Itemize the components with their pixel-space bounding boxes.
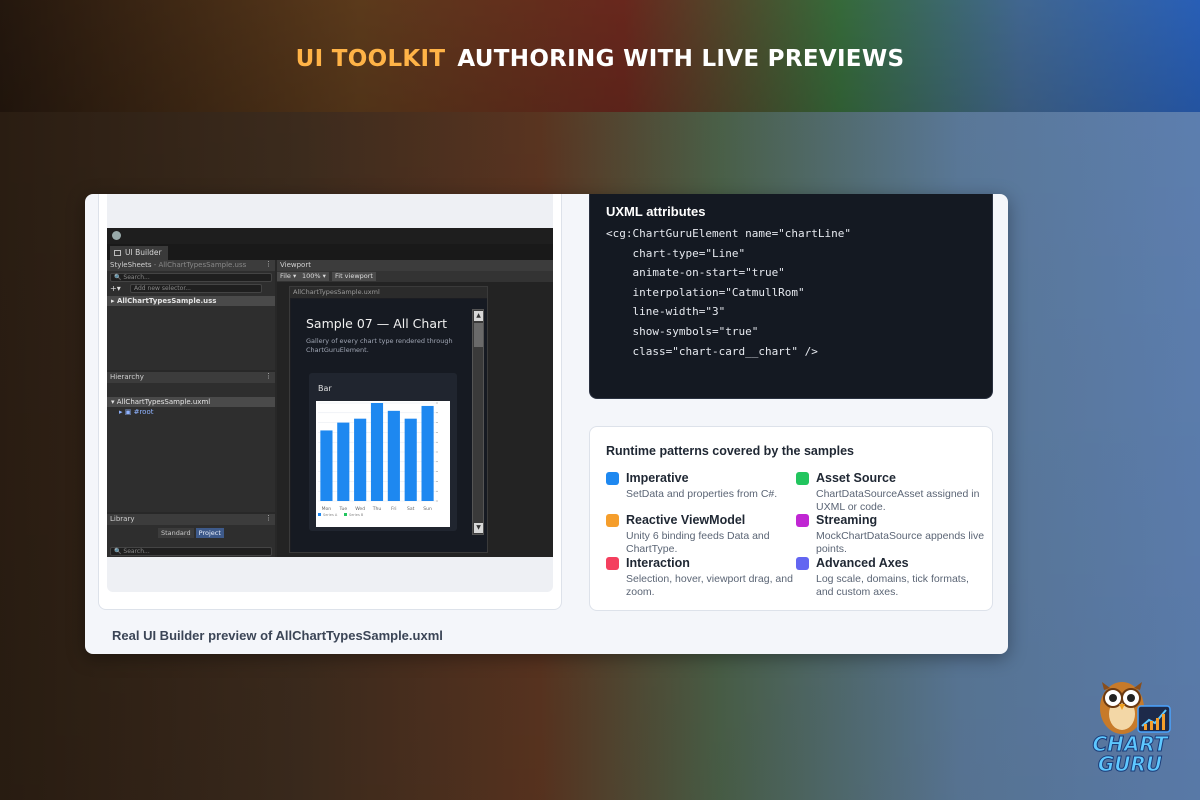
document-canvas: AllChartTypesSample.uxml Sample 07 — All… [289, 286, 488, 553]
document-tab: AllChartTypesSample.uxml [290, 287, 487, 298]
x-tick-label: Thu [372, 506, 382, 512]
x-tick-label: Sat [407, 506, 415, 512]
hierarchy-label: Hierarchy [110, 373, 144, 381]
hierarchy-file-row[interactable]: ▾ AllChartTypesSample.uxml [107, 397, 275, 407]
stylesheets-label: StyleSheets [110, 261, 152, 269]
code-block: <cg:ChartGuruElement name="chartLine" ch… [606, 227, 851, 364]
library-pane: Library ⋮ Standard Project 🔍 Search... [107, 514, 275, 557]
bar-chart: Mon Tue Wed Thu Fri Sat Sun Series A Series B [316, 401, 450, 527]
chart-title: Bar [318, 384, 332, 393]
add-icon[interactable]: +▾ [110, 284, 121, 293]
red-square-icon [606, 557, 619, 570]
green-square-icon [796, 472, 809, 485]
kebab-menu-icon[interactable]: ⋮ [265, 372, 272, 380]
page-title: UI TOOLKIT AUTHORING WITH LIVE PREVIEWS [0, 46, 1200, 72]
scroll-thumb[interactable] [474, 323, 483, 347]
runtime-title: Runtime patterns covered by the samples [606, 444, 854, 458]
x-tick-label: Wed [355, 506, 365, 512]
sample-subtitle: Gallery of every chart type rendered thr… [306, 337, 453, 354]
library-search-input[interactable]: 🔍 Search... [110, 547, 272, 556]
code-line: animate-on-start="true" [606, 266, 785, 280]
purple-square-icon [796, 514, 809, 527]
runtime-patterns-panel: Runtime patterns covered by the samples … [589, 426, 993, 611]
unity-logo-icon [112, 231, 121, 240]
library-label: Library [110, 515, 135, 523]
code-line: <cg:ChartGuruElement name="chartLine" [606, 227, 852, 240]
title-accent: UI TOOLKIT [295, 46, 446, 72]
uxml-code-panel: UXML attributes <cg:ChartGuruElement nam… [589, 194, 993, 399]
scroll-up-icon[interactable]: ▲ [474, 311, 483, 321]
owl-mascot-icon [1100, 682, 1171, 734]
legend-swatch [318, 513, 321, 516]
chart-bar[interactable] [370, 403, 384, 501]
code-title: UXML attributes [606, 204, 706, 219]
chart-bar[interactable] [404, 418, 417, 501]
x-tick-label: Tue [338, 506, 347, 512]
chart-bar[interactable] [421, 405, 434, 501]
orange-square-icon [606, 514, 619, 527]
content-card: UI Builder StyleSheets - AllChartTypesSa… [85, 194, 1008, 654]
bar-chart-card: Bar Mon Tue Wed Thu Fri Sat Sun Series A Series … [309, 373, 457, 531]
x-tick-label: Mon [322, 506, 332, 512]
tab-ui-builder[interactable]: UI Builder [110, 246, 168, 260]
editor-title-bar [107, 228, 553, 244]
code-line: line-width="3" [606, 305, 726, 319]
preview-caption: Real UI Builder preview of AllChartTypes… [112, 628, 443, 643]
add-selector-input[interactable]: Add new selector... [130, 284, 262, 293]
legend-label: Series A [323, 513, 338, 517]
viewport-pane: Viewport File ▾ 100% ▾ Fit viewport AllC… [277, 260, 553, 557]
x-tick-label: Sun [423, 506, 432, 512]
zoom-dropdown[interactable]: 100% ▾ [299, 272, 329, 281]
fit-viewport-button[interactable]: Fit viewport [332, 272, 376, 281]
chart-bar[interactable] [320, 430, 333, 501]
hierarchy-root-row[interactable]: ▸ ▣ #root [119, 408, 153, 416]
x-tick-label: Fri [391, 506, 396, 512]
title-text: AUTHORING WITH LIVE PREVIEWS [457, 46, 905, 72]
code-line: class="chart-card__chart" /> [606, 344, 818, 358]
chartguru-logo: CHART GURU [1082, 668, 1178, 778]
stylesheet-row[interactable]: ▸ AllChartTypesSample.uss [107, 296, 275, 306]
sample-title: Sample 07 — All Chart [306, 316, 448, 331]
library-tab-standard[interactable]: Standard [158, 528, 194, 538]
kebab-menu-icon[interactable]: ⋮ [265, 260, 272, 268]
chart-bar[interactable] [354, 418, 367, 501]
ui-builder-screenshot: UI Builder StyleSheets - AllChartTypesSa… [107, 228, 553, 557]
chart-bar[interactable] [337, 422, 350, 501]
legend-label: Series B [349, 513, 364, 517]
code-line: interpolation="CatmullRom" [606, 285, 805, 299]
chart-bar[interactable] [387, 410, 400, 501]
stylesheets-pane: StyleSheets - AllChartTypesSample.uss ⋮ … [107, 260, 275, 370]
code-line: show-symbols="true" [606, 324, 759, 338]
code-line: chart-type="Line" [606, 246, 746, 260]
stylesheets-search-input[interactable]: 🔍 Search... [110, 273, 272, 282]
vertical-scrollbar[interactable]: ▲ ▼ [472, 309, 484, 535]
library-tab-project[interactable]: Project [195, 528, 224, 538]
kebab-menu-icon[interactable]: ⋮ [265, 514, 272, 522]
hierarchy-pane: Hierarchy ⋮ ▾ AllChartTypesSample.uxml ▸ … [107, 372, 275, 512]
logo-word-guru: GURU [1097, 752, 1163, 777]
window-icon [114, 250, 121, 256]
file-menu-button[interactable]: File ▾ [277, 272, 300, 281]
blue-square-icon [606, 472, 619, 485]
viewport-label: Viewport [280, 261, 311, 269]
legend-swatch [344, 513, 347, 516]
scroll-down-icon[interactable]: ▼ [474, 523, 483, 533]
indigo-square-icon [796, 557, 809, 570]
